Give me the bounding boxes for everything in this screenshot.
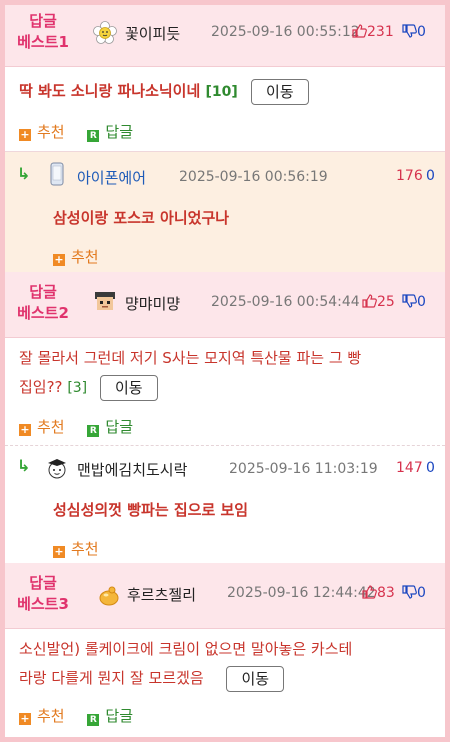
comment-date: 2025-09-16 12:44:42: [227, 585, 376, 601]
comment-body: 딱 봐도 소니랑 파나소닉이네 [10] 이동: [19, 77, 435, 107]
comment-body: 잘 몰라서 그런데 저기 S사는 모지역 특산물 파는 그 빵 집임?? [3]…: [19, 344, 435, 403]
comment-date: 2025-09-16 00:55:12: [211, 24, 360, 40]
reply-count: [10]: [205, 84, 238, 100]
reply-label: 답글: [105, 123, 133, 141]
recommend-button[interactable]: + 추천: [19, 121, 65, 142]
rank-label: 답글: [29, 12, 57, 30]
reply-item: ↳ 맨밥에김치도시락 2025-09-16 11:03:19 147 0 성심성…: [5, 446, 445, 563]
best-comment-header: 답글 베스트2 먕먀미먕 2025-09-16 00:54:44 25 0: [5, 272, 445, 338]
upvote-count: 231: [367, 24, 394, 40]
thumbs-down-icon: [402, 585, 417, 599]
graduate-avatar-icon: [48, 459, 66, 479]
comment-date: 2025-09-16 00:54:44: [211, 294, 360, 310]
thumbs-up-icon: [352, 24, 367, 38]
reply-arrow-icon: ↳: [17, 456, 31, 475]
recommend-label: 추천: [71, 540, 99, 558]
reply-actions: + 추천: [53, 246, 117, 267]
reply-upvote-count[interactable]: 147: [396, 460, 423, 476]
comment-actions: + 추천 R 답글: [19, 121, 151, 142]
comment-text-line: 집임??: [19, 378, 63, 396]
recommend-label: 추천: [37, 123, 65, 141]
plus-icon: +: [53, 253, 65, 266]
plus-icon: +: [19, 128, 31, 141]
author-nickname[interactable]: 꽃이피듯: [125, 23, 180, 44]
reply-downvote-count[interactable]: 0: [426, 168, 435, 184]
recommend-label: 추천: [37, 418, 65, 436]
comment-actions: + 추천 R 답글: [19, 705, 151, 726]
recommend-button[interactable]: + 추천: [19, 416, 65, 437]
thumbs-down-icon: [402, 24, 417, 38]
reply-text: 삼성이랑 포스코 아니었구나: [53, 209, 230, 227]
downvote-button[interactable]: 0: [401, 584, 426, 601]
thumbs-up-icon: [362, 294, 377, 308]
pixel-person-avatar-icon: [95, 292, 115, 310]
reply-icon: R: [87, 425, 100, 437]
upvote-button[interactable]: 231: [351, 23, 394, 40]
upvote-count: 25: [377, 294, 395, 310]
best-comment-header: 답글 베스트1 꽃이피듯 2025-09-16 00:55:12 231 0: [5, 5, 445, 67]
thumbs-down-icon: [402, 294, 417, 308]
downvote-button[interactable]: 0: [401, 23, 426, 40]
flower-avatar-icon: [93, 21, 117, 44]
reply-button[interactable]: R 답글: [87, 121, 133, 142]
rank-label: 답글: [29, 574, 57, 592]
reply-downvote-count[interactable]: 0: [426, 460, 435, 476]
recommend-button[interactable]: + 추천: [53, 246, 99, 267]
downvote-count: 0: [417, 294, 426, 310]
rank-number: 베스트1: [17, 33, 69, 51]
rank-number: 베스트2: [17, 304, 69, 322]
comment-text-line: 라랑 다를게 뭔지 잘 모르겠음: [19, 669, 204, 687]
thumbs-up-icon: [362, 585, 377, 599]
rank-badge: 답글 베스트3: [13, 573, 73, 615]
plus-icon: +: [19, 423, 31, 436]
downvote-button[interactable]: 0: [401, 293, 426, 310]
upvote-button[interactable]: 25: [361, 293, 395, 310]
reply-item: ↳ 아이폰에어 2025-09-16 00:56:19 176 0 삼성이랑 포…: [5, 152, 445, 272]
rank-number: 베스트3: [17, 595, 69, 613]
comment-body: 소신발언) 롤케이크에 크림이 없으면 말아놓은 카스테 라랑 다를게 뭔지 잘…: [19, 635, 435, 693]
best-comment-header: 답글 베스트3 후르츠젤리 2025-09-16 12:44:42 83 0: [5, 563, 445, 629]
comment-actions: + 추천 R 답글: [19, 416, 151, 437]
move-button[interactable]: 이동: [99, 374, 158, 401]
rank-badge: 답글 베스트1: [13, 11, 73, 53]
reply-author-nickname[interactable]: 맨밥에김치도시락: [77, 459, 187, 480]
reply-count: [3]: [67, 380, 88, 396]
reply-button[interactable]: R 답글: [87, 416, 133, 437]
reply-label: 답글: [105, 707, 133, 725]
reply-icon: R: [87, 130, 100, 142]
plus-icon: +: [19, 712, 31, 725]
move-button[interactable]: 이동: [251, 78, 309, 105]
downvote-count: 0: [417, 585, 426, 601]
author-nickname[interactable]: 먕먀미먕: [125, 293, 180, 314]
plus-icon: +: [53, 545, 65, 558]
reply-author-nickname[interactable]: 아이폰에어: [77, 167, 146, 188]
move-button[interactable]: 이동: [226, 665, 285, 692]
upvote-count: 83: [377, 585, 395, 601]
comment-text: 딱 봐도 소니랑 파나소닉이네: [19, 82, 201, 100]
reply-upvote-count[interactable]: 176: [396, 168, 423, 184]
recommend-label: 추천: [71, 248, 99, 266]
downvote-count: 0: [417, 24, 426, 40]
upvote-button[interactable]: 83: [361, 584, 395, 601]
reply-actions: + 추천: [53, 538, 117, 559]
author-nickname[interactable]: 후르츠젤리: [127, 584, 196, 605]
reply-label: 답글: [105, 418, 133, 436]
reply-date: 2025-09-16 00:56:19: [179, 169, 328, 185]
jelly-avatar-icon: [99, 586, 119, 606]
comment-text-line: 잘 몰라서 그런데 저기 S사는 모지역 특산물 파는 그 빵: [19, 349, 362, 367]
reply-button[interactable]: R 답글: [87, 705, 133, 726]
phone-avatar-icon: [50, 162, 64, 186]
reply-date: 2025-09-16 11:03:19: [229, 461, 378, 477]
best-replies-panel: 답글 베스트1 꽃이피듯 2025-09-16 00:55:12 231 0 딱…: [5, 5, 445, 737]
reply-icon: R: [87, 714, 100, 726]
rank-label: 답글: [29, 283, 57, 301]
rank-badge: 답글 베스트2: [13, 282, 73, 324]
recommend-button[interactable]: + 추천: [19, 705, 65, 726]
reply-arrow-icon: ↳: [17, 164, 31, 183]
recommend-button[interactable]: + 추천: [53, 538, 99, 559]
recommend-label: 추천: [37, 707, 65, 725]
reply-text: 성심성의껏 빵파는 집으로 보임: [53, 501, 249, 519]
comment-text-line: 소신발언) 롤케이크에 크림이 없으면 말아놓은 카스테: [19, 640, 353, 658]
